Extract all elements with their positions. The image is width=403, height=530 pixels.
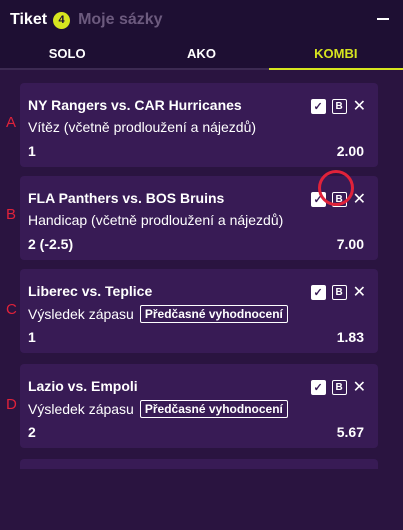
market-name: Výsledek zápasu Předčasné vyhodnocení [28, 400, 288, 418]
market-name: Handicap (včetně prodloužení a nájezdů) [28, 212, 283, 228]
bet-card: Liberec vs. Teplice Výsledek zápasu Před… [20, 269, 378, 353]
match-name[interactable]: NY Rangers vs. CAR Hurricanes [28, 97, 242, 113]
tab-ticket[interactable]: Tiket [10, 11, 47, 29]
bet-card: NY Rangers vs. CAR Hurricanes Vítěz (vče… [20, 83, 378, 167]
annotation-letter-a: A [6, 114, 17, 131]
close-icon[interactable]: ✕ [353, 98, 366, 114]
tab-kombi[interactable]: KOMBI [268, 40, 403, 70]
close-icon[interactable]: ✕ [353, 191, 366, 207]
ticket-count-badge: 4 [53, 11, 71, 29]
check-icon[interactable]: ✓ [310, 99, 326, 114]
betslip-header: Tiket 4 Moje sázky [0, 0, 403, 40]
match-name[interactable]: Liberec vs. Teplice [28, 283, 152, 299]
close-icon[interactable]: ✕ [353, 284, 366, 300]
bet-mode-tabs: SOLO AKO KOMBI [0, 40, 403, 70]
tab-solo[interactable]: SOLO [0, 40, 135, 70]
annotation-letter-c: C [6, 301, 17, 318]
odds-value: 7.00 [336, 236, 364, 252]
match-name[interactable]: FLA Panthers vs. BOS Bruins [28, 190, 224, 206]
bet-card: Lazio vs. Empoli Výsledek zápasu Předčas… [20, 364, 378, 448]
selection: 1 [28, 329, 36, 345]
card-actions: ✓ B ✕ [310, 379, 366, 395]
b-icon[interactable]: B [331, 285, 347, 300]
odds-value: 5.67 [336, 424, 364, 440]
selection: 2 (-2.5) [28, 236, 74, 252]
highlight-circle [318, 170, 354, 206]
market-label: Vítěz (včetně prodloužení a nájezdů) [28, 119, 257, 135]
market-label: Výsledek zápasu [28, 401, 134, 417]
card-actions: ✓ B ✕ [310, 98, 366, 114]
selection: 1 [28, 143, 36, 159]
market-label: Výsledek zápasu [28, 306, 134, 322]
minimize-icon[interactable] [377, 18, 389, 20]
market-label: Handicap (včetně prodloužení a nájezdů) [28, 212, 284, 228]
tab-ako[interactable]: AKO [134, 40, 269, 70]
odds-value: 2.00 [336, 143, 364, 159]
annotation-letter-b: B [6, 206, 17, 223]
tab-my-bets[interactable]: Moje sázky [78, 11, 162, 29]
scrollbar[interactable] [398, 140, 401, 530]
check-icon[interactable]: ✓ [310, 380, 326, 395]
market-name: Vítěz (včetně prodloužení a nájezdů) [28, 119, 256, 135]
odds-value: 1.83 [336, 329, 364, 345]
annotation-letter-d: D [6, 396, 17, 413]
early-settlement-badge: Předčasné vyhodnocení [139, 305, 288, 323]
b-icon[interactable]: B [331, 380, 347, 395]
early-settlement-badge: Předčasné vyhodnocení [139, 400, 288, 418]
check-icon[interactable]: ✓ [310, 285, 326, 300]
selection: 2 [28, 424, 36, 440]
close-icon[interactable]: ✕ [353, 379, 366, 395]
match-name[interactable]: Lazio vs. Empoli [28, 378, 138, 394]
market-name: Výsledek zápasu Předčasné vyhodnocení [28, 305, 288, 323]
card-actions: ✓ B ✕ [310, 284, 366, 300]
b-icon[interactable]: B [331, 99, 347, 114]
